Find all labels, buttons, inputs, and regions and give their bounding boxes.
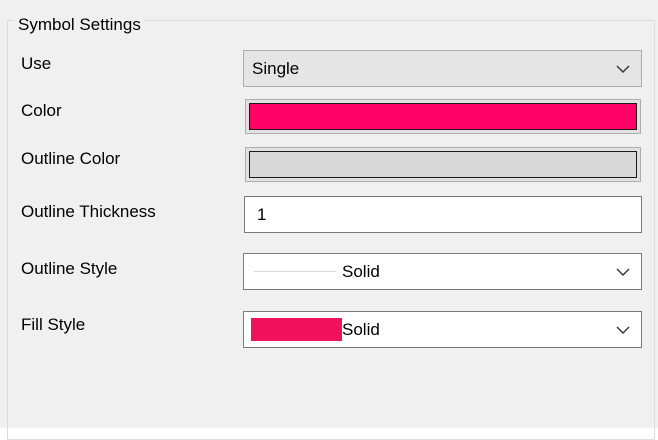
chevron-down-icon: [616, 268, 630, 276]
outline-style-dropdown[interactable]: Solid: [243, 253, 642, 290]
outline-color-label: Outline Color: [21, 149, 121, 168]
color-label: Color: [21, 101, 62, 120]
outline-thickness-input[interactable]: 1: [244, 196, 642, 233]
outline-thickness-value: 1: [257, 205, 267, 224]
fill-color-preview: [251, 318, 342, 341]
outline-style-value: Solid: [342, 262, 380, 281]
use-dropdown[interactable]: Single: [243, 50, 642, 87]
outline-color-swatch: [249, 151, 637, 178]
color-swatch: [249, 103, 637, 130]
fill-style-label: Fill Style: [21, 315, 86, 334]
fill-style-value: Solid: [342, 320, 380, 339]
fill-style-dropdown[interactable]: Solid: [243, 311, 642, 348]
chevron-down-icon: [616, 65, 630, 73]
outline-style-label: Outline Style: [21, 259, 118, 278]
outline-color-swatch-button[interactable]: [245, 147, 641, 182]
chevron-down-icon: [616, 326, 630, 334]
color-swatch-button[interactable]: [245, 99, 641, 134]
use-dropdown-value: Single: [252, 59, 300, 78]
symbol-settings-panel: Symbol Settings Use Single Color Outline…: [0, 0, 658, 440]
outline-line-preview: [254, 271, 336, 272]
group-title: Symbol Settings: [14, 14, 145, 36]
outline-thickness-label: Outline Thickness: [21, 202, 156, 221]
use-label: Use: [21, 54, 52, 73]
